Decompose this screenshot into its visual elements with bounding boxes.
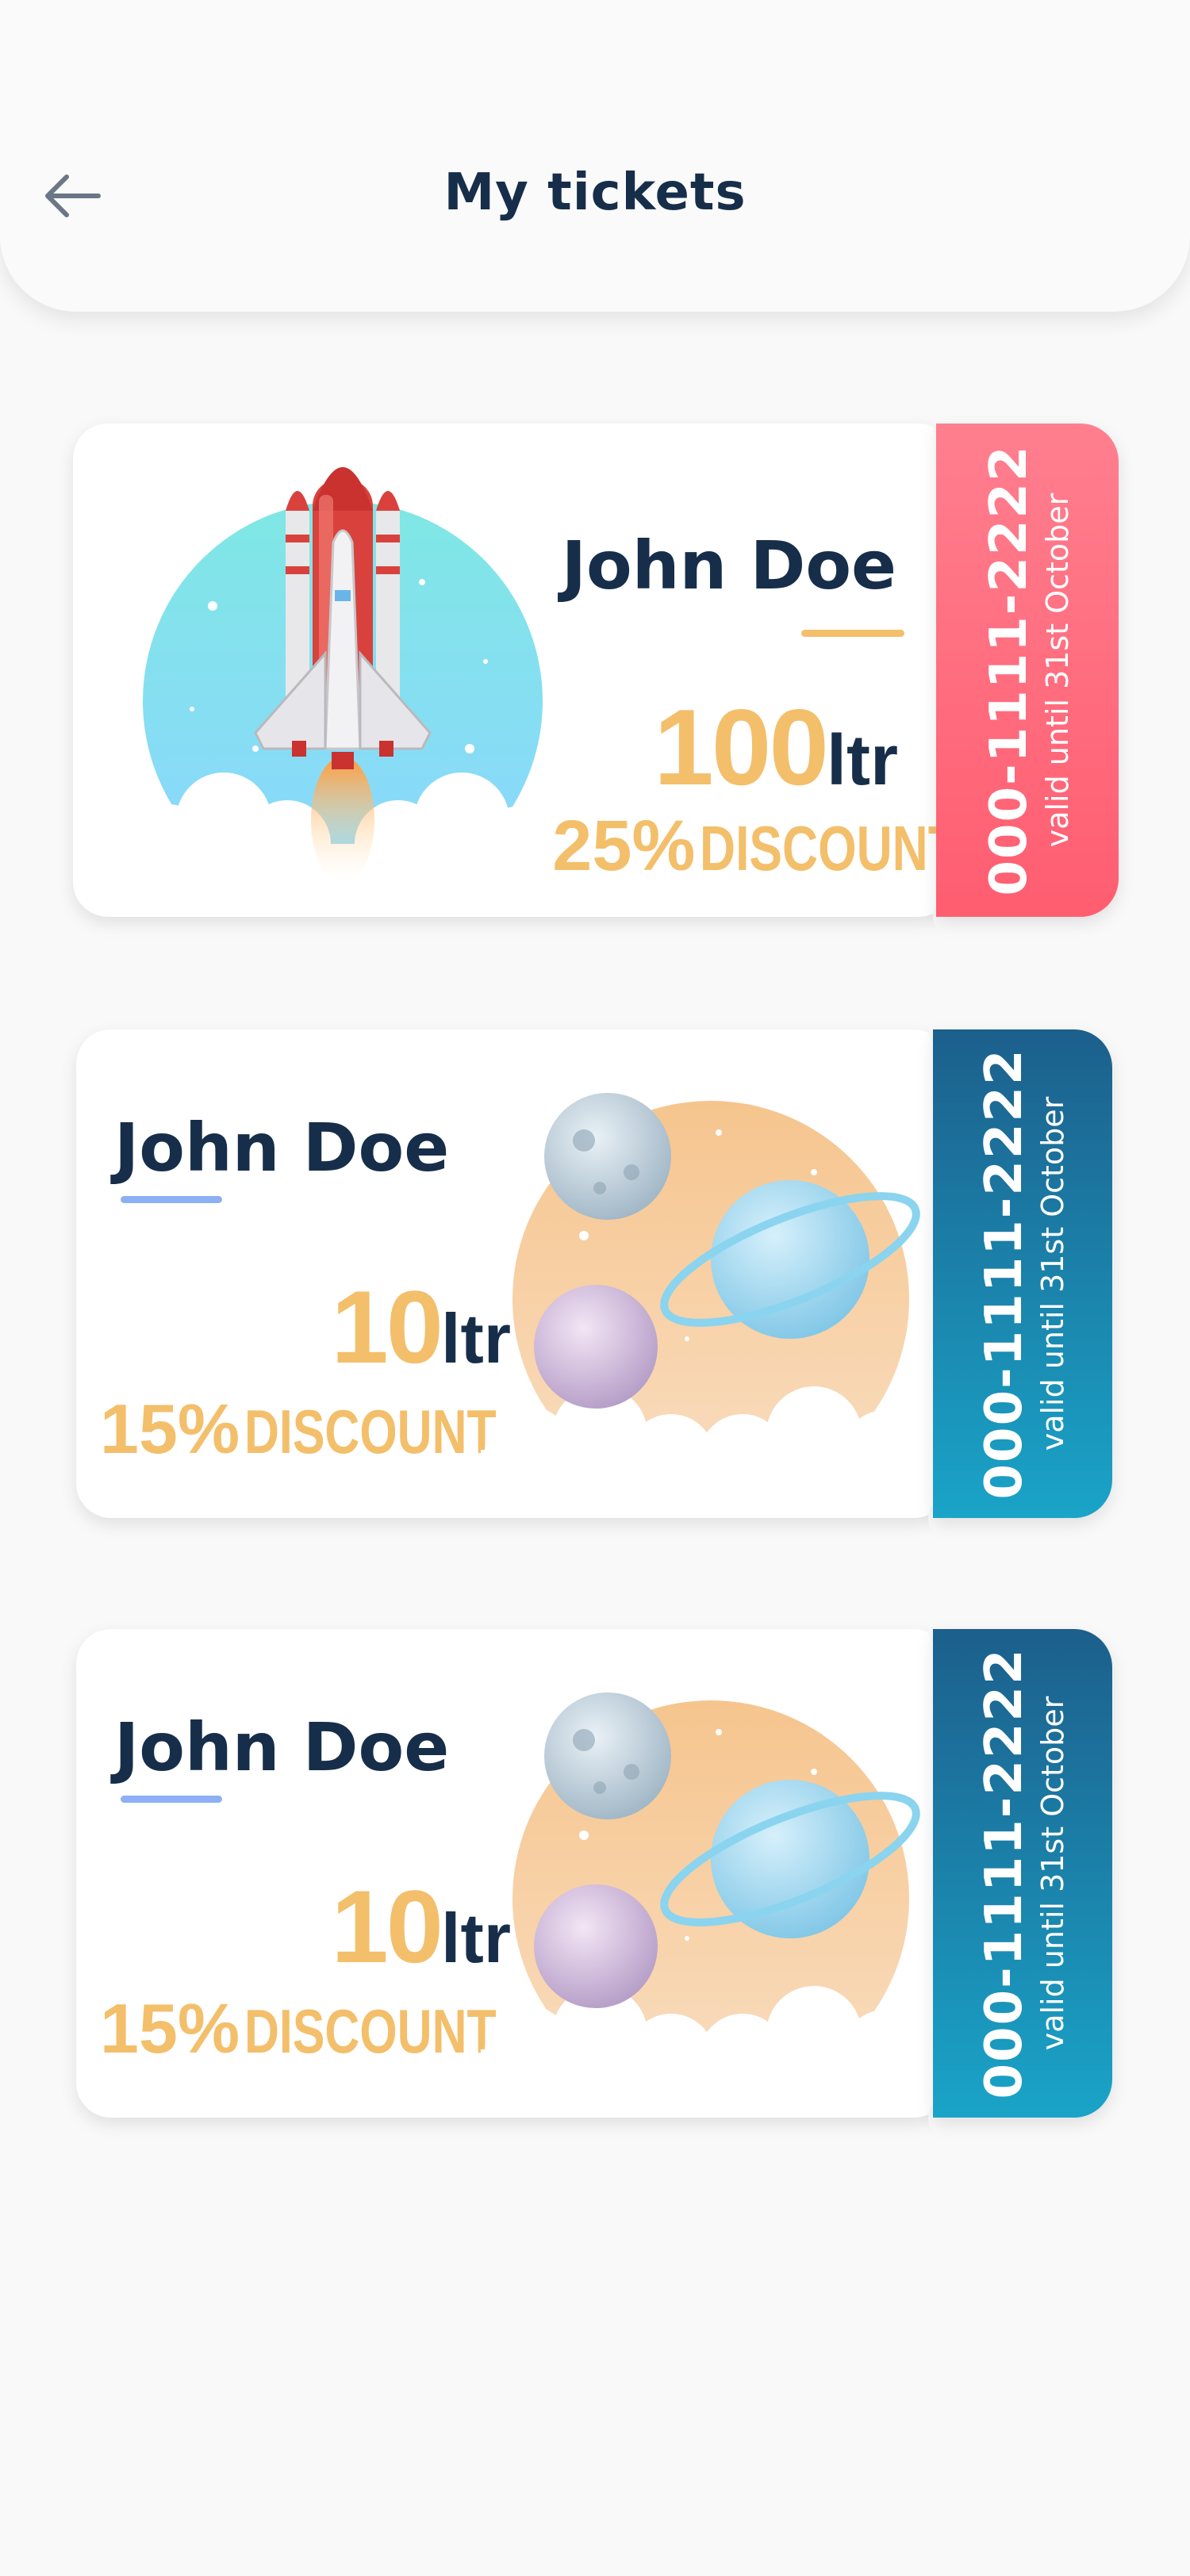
- ticket-validity: valid until 31st October: [1035, 1696, 1070, 2051]
- amount-value: 100: [654, 687, 829, 807]
- amount-unit: ltr: [827, 721, 898, 800]
- ticket-validity: valid until 31st October: [1040, 493, 1075, 848]
- discount-word: DISCOUNT: [700, 813, 954, 884]
- discount-word: DISCOUNT: [244, 1397, 497, 1466]
- name-underline: [121, 1196, 222, 1203]
- app-header: My tickets: [0, 0, 1190, 312]
- ticket-card[interactable]: John Doe 10ltr 15% DISCOUNT 000-1111-222…: [76, 1608, 1112, 2138]
- ticket-holder-name: John Doe: [114, 1109, 450, 1186]
- ticket-body: John Doe 100ltr 25% DISCOUNT: [73, 424, 954, 917]
- ticket-holder-name: John Doe: [114, 1708, 450, 1786]
- page-title: My tickets: [443, 163, 747, 222]
- amount-value: 10: [331, 1869, 443, 1984]
- discount-percent: 15%: [100, 1989, 240, 2068]
- ticket-stub: 000-1111-2222 valid until 31st October: [933, 1029, 1112, 1518]
- planets-illustration: [481, 1692, 925, 2089]
- ticket-holder-name: John Doe: [561, 527, 896, 604]
- discount-label: 25% DISCOUNT: [552, 811, 954, 884]
- ticket-body: John Doe 10ltr 15% DISCOUNT: [76, 1629, 949, 2118]
- ticket-code: 000-1111-2222: [980, 444, 1038, 896]
- ticket-card[interactable]: John Doe 10ltr 15% DISCOUNT 000-1111-222…: [76, 1009, 1112, 1539]
- ticket-validity: valid until 31st October: [1035, 1096, 1070, 1451]
- name-underline: [801, 630, 904, 637]
- planets-illustration: [481, 1093, 925, 1489]
- ticket-code-block: 000-1111-2222 valid until 31st October: [979, 445, 1076, 896]
- name-underline: [121, 1796, 222, 1803]
- discount-label: 15% DISCOUNT: [100, 1394, 497, 1466]
- discount-word: DISCOUNT: [244, 1996, 497, 2066]
- discount-percent: 25%: [552, 807, 696, 886]
- ticket-card[interactable]: John Doe 100ltr 25% DISCOUNT 000-1111-22…: [73, 403, 1119, 937]
- fuel-amount: 100ltr: [654, 693, 898, 801]
- ticket-stub: 000-1111-2222 valid until 31st October: [936, 424, 1119, 917]
- rocket-illustration: [136, 467, 549, 891]
- discount-label: 15% DISCOUNT: [100, 1994, 497, 2066]
- ticket-code: 000-1111-2222: [975, 1647, 1034, 2099]
- ticket-stub: 000-1111-2222 valid until 31st October: [933, 1629, 1112, 2118]
- ticket-code-block: 000-1111-2222 valid until 31st October: [974, 1048, 1071, 1500]
- discount-percent: 15%: [100, 1390, 240, 1468]
- amount-value: 10: [331, 1269, 443, 1385]
- ticket-body: John Doe 10ltr 15% DISCOUNT: [76, 1029, 949, 1518]
- ticket-code: 000-1111-2222: [975, 1048, 1034, 1500]
- ticket-code-block: 000-1111-2222 valid until 31st October: [974, 1648, 1071, 2099]
